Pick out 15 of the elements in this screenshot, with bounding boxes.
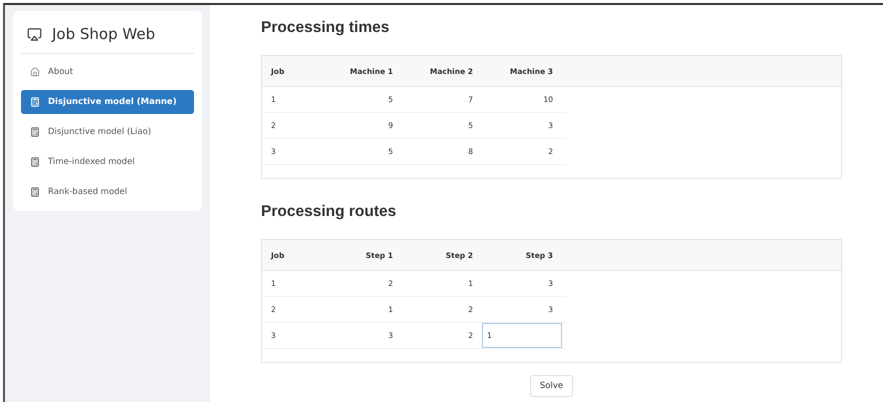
nav-item[interactable]: Disjunctive model (Manne): [21, 90, 194, 114]
nav-item[interactable]: Disjunctive model (Liao): [21, 120, 194, 144]
calculator-icon: [30, 157, 40, 167]
section-title: Processing times: [261, 19, 390, 37]
nav-item[interactable]: About: [21, 60, 194, 84]
nav-item[interactable]: Rank-based model: [21, 180, 194, 204]
calculator-icon: [30, 187, 40, 197]
solve-button[interactable]: Solve: [530, 375, 574, 397]
app-title: Job Shop Web: [52, 25, 156, 43]
calculator-icon: [30, 97, 40, 107]
calculator-icon: [30, 127, 40, 137]
home-icon: [30, 67, 40, 77]
screen-icon: [27, 26, 42, 42]
nav-item[interactable]: Time-indexed model: [21, 150, 194, 174]
section-title: Processing routes: [261, 203, 398, 221]
